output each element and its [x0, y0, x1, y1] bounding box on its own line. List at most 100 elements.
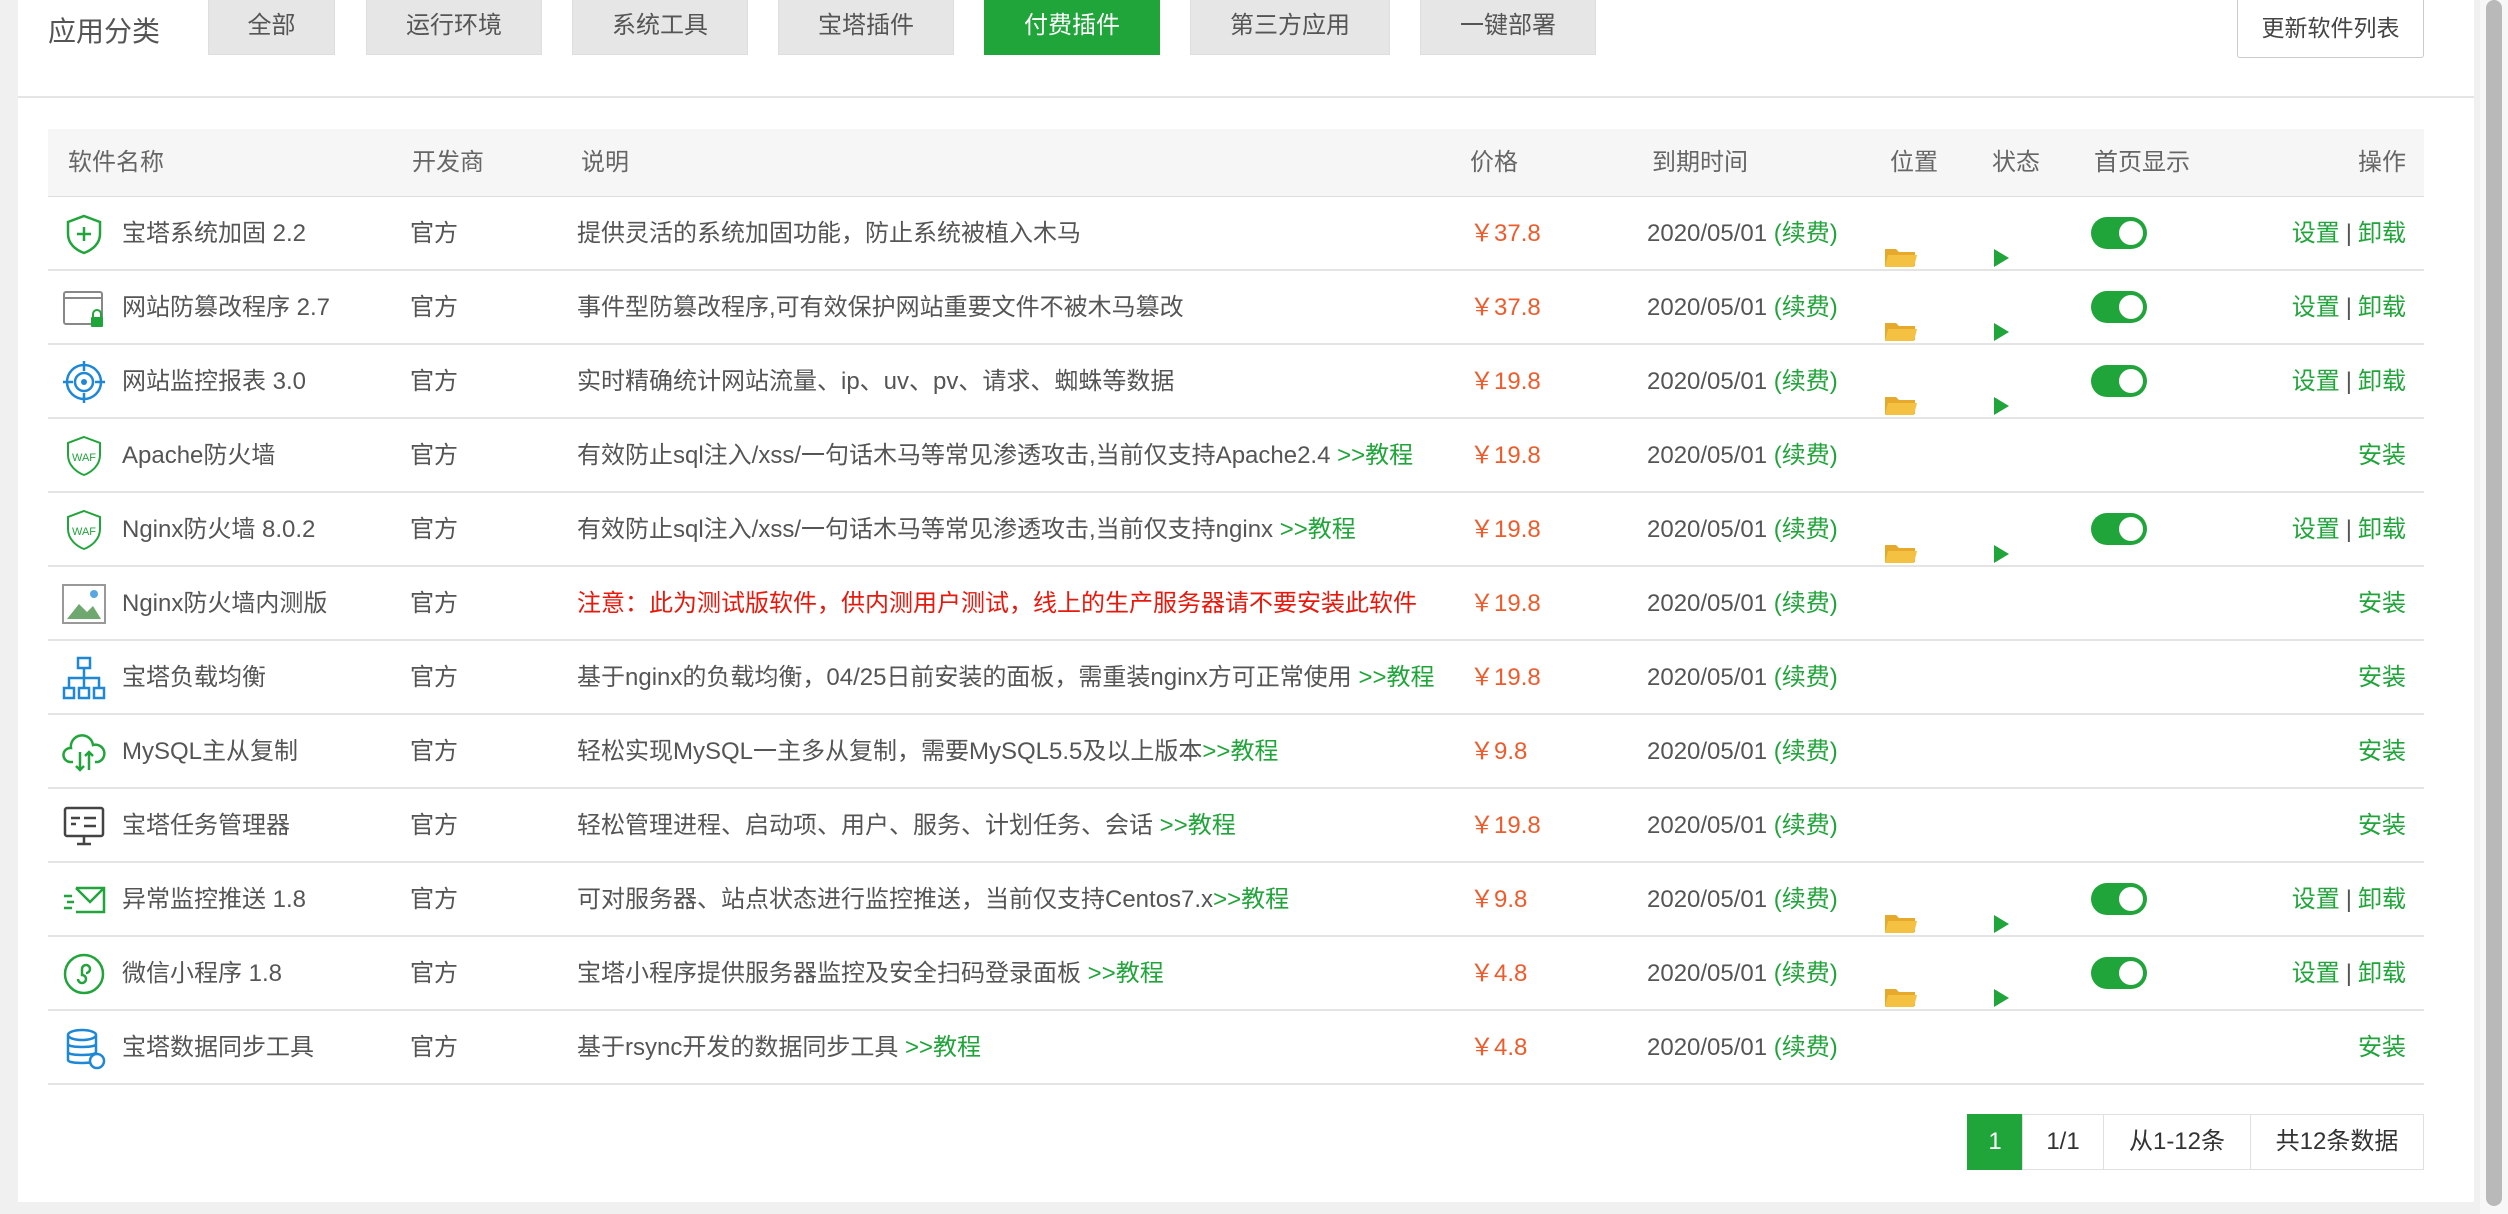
row-actions: 设置 | 卸载 [2292, 271, 2406, 345]
renew-link[interactable]: (续费) [1774, 220, 1838, 247]
settings-link[interactable]: 设置 [2292, 220, 2340, 247]
tutorial-link[interactable]: >>教程 [905, 1034, 981, 1061]
miniprogram-icon [62, 952, 106, 996]
homepage-display-toggle[interactable] [2091, 365, 2147, 397]
tutorial-link[interactable]: >>教程 [1160, 812, 1236, 839]
folder-icon[interactable] [1884, 520, 1918, 563]
install-link[interactable]: 安装 [2358, 812, 2406, 839]
folder-icon[interactable] [1884, 224, 1918, 267]
price: ￥37.8 [1470, 220, 1541, 247]
uninstall-link[interactable]: 卸载 [2358, 516, 2406, 543]
software-name: 宝塔任务管理器 [122, 812, 290, 839]
play-icon[interactable] [1990, 965, 2012, 1007]
tutorial-link[interactable]: >>教程 [1202, 738, 1278, 765]
play-icon[interactable] [1990, 521, 2012, 563]
uninstall-link[interactable]: 卸载 [2358, 960, 2406, 987]
homepage-display-toggle[interactable] [2091, 513, 2147, 545]
renew-link[interactable]: (续费) [1774, 294, 1838, 321]
folder-icon[interactable] [1884, 890, 1918, 933]
software-name: Nginx防火墙 8.0.2 [122, 516, 316, 543]
expire-date: 2020/05/01 (续费) [1647, 789, 1838, 863]
tab-paid-plugins[interactable]: 付费插件 [984, 0, 1160, 55]
description-text: 事件型防篡改程序,可有效保护网站重要文件不被木马篡改 [577, 294, 1184, 321]
renew-link[interactable]: (续费) [1774, 516, 1838, 543]
tutorial-link[interactable]: >>教程 [1213, 886, 1289, 913]
renew-link[interactable]: (续费) [1774, 368, 1838, 395]
tutorial-link[interactable]: >>教程 [1337, 442, 1413, 469]
play-icon[interactable] [1990, 373, 2012, 415]
price: ￥19.8 [1470, 368, 1541, 395]
table-row: Nginx防火墙内测版 官方 注意：此为测试版软件，供内测用户测试，线上的生产服务器… [48, 567, 2424, 641]
software-name: 宝塔系统加固 2.2 [122, 220, 307, 247]
settings-link[interactable]: 设置 [2292, 960, 2340, 987]
expire-date-text: 2020/05/01 [1647, 886, 1768, 913]
renew-link[interactable]: (续费) [1774, 886, 1838, 913]
expire-date-text: 2020/05/01 [1647, 294, 1768, 321]
scrollbar-thumb[interactable] [2486, 0, 2502, 1206]
play-icon[interactable] [1990, 225, 2012, 267]
uninstall-link[interactable]: 卸载 [2358, 294, 2406, 321]
renew-link[interactable]: (续费) [1774, 664, 1838, 691]
settings-link[interactable]: 设置 [2292, 516, 2340, 543]
uninstall-link[interactable]: 卸载 [2358, 220, 2406, 247]
tab-runtime[interactable]: 运行环境 [366, 0, 542, 55]
browser-lock-icon [62, 286, 106, 330]
tutorial-link[interactable]: >>教程 [1088, 960, 1164, 987]
page-count: 1/1 [2022, 1114, 2104, 1170]
developer: 官方 [410, 590, 458, 617]
expire-date: 2020/05/01 (续费) [1647, 715, 1838, 789]
renew-link[interactable]: (续费) [1774, 738, 1838, 765]
tab-all[interactable]: 全部 [208, 0, 335, 55]
renew-link[interactable]: (续费) [1774, 590, 1838, 617]
settings-link[interactable]: 设置 [2292, 886, 2340, 913]
homepage-display-toggle[interactable] [2091, 291, 2147, 323]
col-location: 位置 [1890, 149, 1938, 176]
install-link[interactable]: 安装 [2358, 1034, 2406, 1061]
tab-bt-plugins[interactable]: 宝塔插件 [778, 0, 954, 55]
folder-icon[interactable] [1884, 372, 1918, 415]
page-current-button[interactable]: 1 [1967, 1114, 2023, 1170]
install-link[interactable]: 安装 [2358, 442, 2406, 469]
play-icon[interactable] [1990, 891, 2012, 933]
homepage-display-toggle[interactable] [2091, 957, 2147, 989]
description: 注意：此为测试版软件，供内测用户测试，线上的生产服务器请不要安装此软件 [577, 567, 1417, 641]
homepage-display-toggle[interactable] [2091, 217, 2147, 249]
tutorial-link[interactable]: >>教程 [1358, 664, 1434, 691]
renew-link[interactable]: (续费) [1774, 442, 1838, 469]
renew-link[interactable]: (续费) [1774, 812, 1838, 839]
software-table: 软件名称 开发商 说明 价格 到期时间 位置 状态 首页显示 操作 宝塔系统加固 2.2 官方 提供… [48, 129, 2424, 1085]
tab-one-click-deploy[interactable]: 一键部署 [1420, 0, 1596, 55]
shield-plus-icon [62, 212, 106, 256]
homepage-display-toggle[interactable] [2091, 883, 2147, 915]
description-text: 基于rsync开发的数据同步工具 [577, 1034, 906, 1061]
install-link[interactable]: 安装 [2358, 590, 2406, 617]
settings-link[interactable]: 设置 [2292, 368, 2340, 395]
renew-link[interactable]: (续费) [1774, 1034, 1838, 1061]
page-total: 共12条数据 [2250, 1114, 2424, 1170]
col-price: 价格 [1470, 149, 1518, 176]
tab-third-party[interactable]: 第三方应用 [1190, 0, 1390, 55]
uninstall-link[interactable]: 卸载 [2358, 886, 2406, 913]
expire-date-text: 2020/05/01 [1647, 812, 1768, 839]
monitor-icon [62, 804, 106, 848]
renew-link[interactable]: (续费) [1774, 960, 1838, 987]
expire-date: 2020/05/01 (续费) [1647, 937, 1838, 1011]
install-link[interactable]: 安装 [2358, 664, 2406, 691]
folder-icon[interactable] [1884, 298, 1918, 341]
software-name: 网站防篡改程序 2.7 [122, 294, 331, 321]
tutorial-link[interactable]: >>教程 [1280, 516, 1356, 543]
folder-icon[interactable] [1884, 964, 1918, 1007]
tab-system-tools[interactable]: 系统工具 [572, 0, 748, 55]
table-row: 宝塔负载均衡 官方 基于nginx的负载均衡，04/25日前安装的面板，需重装ngi… [48, 641, 2424, 715]
price: ￥4.8 [1470, 1034, 1528, 1061]
install-link[interactable]: 安装 [2358, 738, 2406, 765]
play-icon[interactable] [1990, 299, 2012, 341]
settings-link[interactable]: 设置 [2292, 294, 2340, 321]
expire-date: 2020/05/01 (续费) [1647, 197, 1838, 271]
uninstall-link[interactable]: 卸载 [2358, 368, 2406, 395]
table-row: WAF Apache防火墙 官方 有效防止sql注入/xss/一句话木马等常见渗透攻击… [48, 419, 2424, 493]
ops-separator: | [2345, 516, 2352, 543]
refresh-software-list-button[interactable]: 更新软件列表 [2237, 0, 2424, 58]
description: 宝塔小程序提供服务器监控及安全扫码登录面板 >>教程 [577, 937, 1164, 1011]
developer: 官方 [410, 516, 458, 543]
